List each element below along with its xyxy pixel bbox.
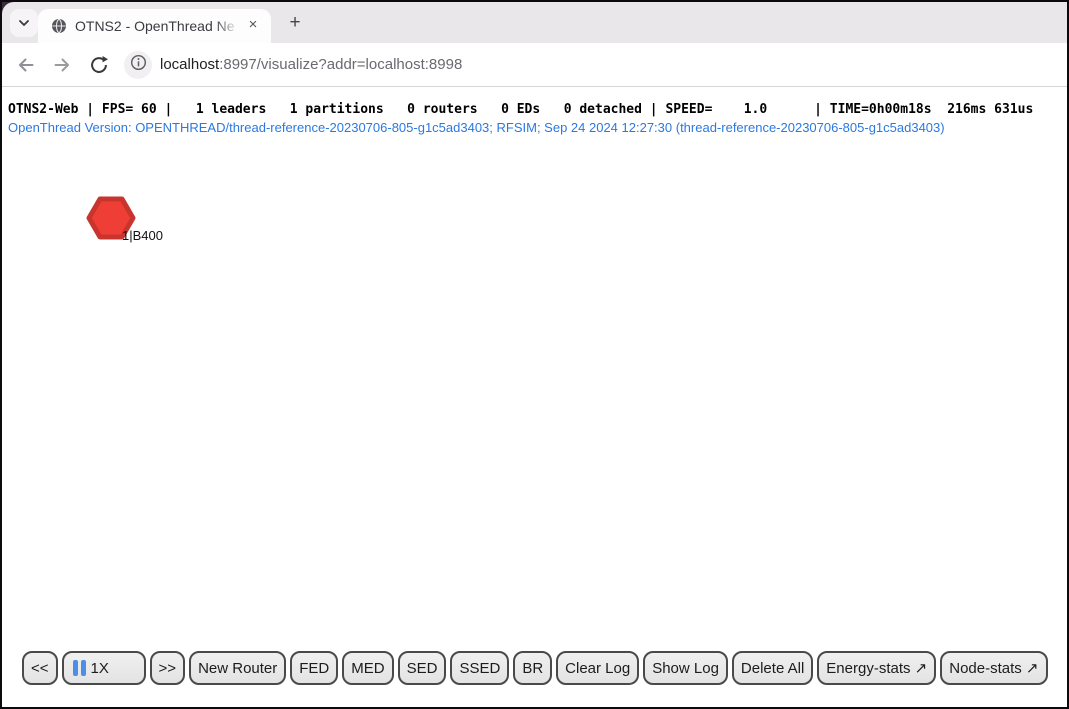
url-host: localhost	[160, 56, 219, 73]
chevron-down-icon	[18, 14, 30, 32]
address-bar: localhost:8997/visualize?addr=localhost:…	[2, 43, 1067, 86]
openthread-version-link[interactable]: OpenThread Version: OPENTHREAD/thread-re…	[8, 120, 945, 135]
delete-all-button[interactable]: Delete All	[732, 651, 813, 685]
node-label: 1|B400	[122, 228, 163, 243]
reload-icon[interactable]	[86, 52, 112, 78]
new-router-button[interactable]: New Router	[189, 651, 286, 685]
tab-close-icon[interactable]: ×	[244, 16, 262, 34]
simulation-status-line: OTNS2-Web | FPS= 60 | 1 leaders 1 partit…	[8, 102, 1033, 117]
speed-label: 1X	[91, 660, 109, 677]
speed-up-button[interactable]: >>	[150, 651, 186, 685]
back-icon[interactable]	[13, 52, 39, 78]
toolbar-divider	[2, 86, 1067, 87]
tab-search-button[interactable]	[10, 9, 38, 37]
forward-icon[interactable]	[49, 52, 75, 78]
tab-title: OTNS2 - OpenThread Ne	[75, 18, 237, 34]
speed-down-button[interactable]: <<	[22, 651, 58, 685]
clear-log-button[interactable]: Clear Log	[556, 651, 639, 685]
show-log-button[interactable]: Show Log	[643, 651, 728, 685]
site-info-button[interactable]	[124, 51, 152, 79]
browser-window: OTNS2 - OpenThread Ne × +	[0, 0, 1069, 709]
med-button[interactable]: MED	[342, 651, 393, 685]
info-icon	[130, 54, 147, 76]
energy-stats-button[interactable]: Energy-stats ↗	[817, 651, 936, 685]
tab-title-fade	[215, 13, 239, 39]
br-button[interactable]: BR	[513, 651, 552, 685]
new-tab-button[interactable]: +	[283, 11, 307, 35]
pause-speed-button[interactable]: 1X	[62, 651, 146, 685]
pause-icon	[73, 660, 86, 676]
url-field[interactable]: localhost:8997/visualize?addr=localhost:…	[160, 43, 462, 86]
sed-button[interactable]: SED	[398, 651, 447, 685]
url-path: :8997/visualize?addr=localhost:8998	[219, 56, 462, 73]
node-stats-button[interactable]: Node-stats ↗	[940, 651, 1047, 685]
ssed-button[interactable]: SSED	[450, 651, 509, 685]
fed-button[interactable]: FED	[290, 651, 338, 685]
site-favicon-icon	[51, 18, 67, 34]
browser-tab[interactable]: OTNS2 - OpenThread Ne ×	[38, 9, 271, 43]
action-toolbar: << 1X >> New Router FED MED SED SSED BR …	[22, 651, 1048, 685]
tab-strip: OTNS2 - OpenThread Ne × +	[2, 2, 1067, 43]
